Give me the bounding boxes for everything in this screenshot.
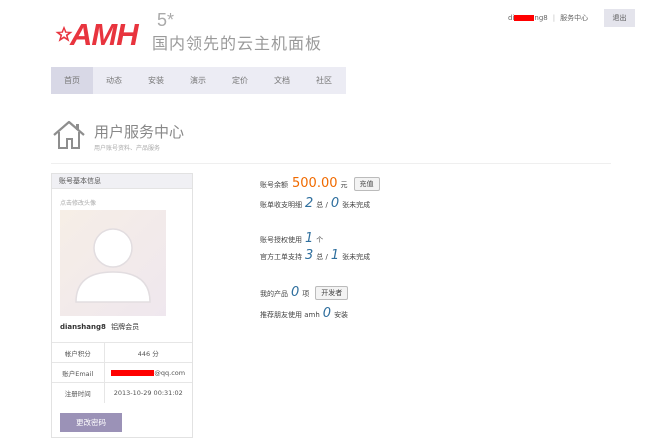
row-key: 账户Email — [52, 362, 105, 383]
logo-text: AMH — [70, 17, 139, 52]
username-link[interactable]: di ng8 — [508, 14, 548, 22]
avatar[interactable] — [60, 210, 166, 316]
user-info: dianshang8 铝牌会员 — [60, 322, 139, 332]
user-silhouette-icon — [75, 228, 151, 303]
change-password-button[interactable]: 更改密码 — [60, 413, 122, 432]
products-unit: 项 — [302, 290, 310, 298]
redacted-username — [514, 15, 535, 21]
nav-item-demo[interactable]: 演示 — [177, 67, 219, 94]
username-suffix: ng8 — [534, 14, 548, 22]
ticket-label: 官方工单支持 — [260, 253, 302, 261]
balance-unit: 元 — [340, 181, 348, 189]
nav-item-install[interactable]: 安装 — [135, 67, 177, 94]
nav-item-community[interactable]: 社区 — [303, 67, 345, 94]
balance-row: 账号余额 500.00 元 充值 — [260, 176, 380, 192]
table-row: 注册时间 2013-10-29 00:31:02 — [52, 382, 192, 403]
nav-item-news[interactable]: 动态 — [93, 67, 135, 94]
nav-item-pricing[interactable]: 定价 — [219, 67, 261, 94]
bill-pending-unit: 张未完成 — [342, 201, 371, 209]
bill-total: 2 — [305, 196, 314, 211]
logout-button[interactable]: 退出 — [604, 9, 635, 27]
service-center-link[interactable]: 服务中心 — [560, 13, 588, 23]
license-label: 账号授权使用 — [260, 236, 302, 244]
row-value: 2013-10-29 00:31:02 — [104, 382, 192, 403]
nav-item-home[interactable]: 首页 — [51, 67, 93, 94]
ticket-row[interactable]: 官方工单支持 3 总 / 1 张未完成 — [260, 248, 370, 263]
recharge-button[interactable]: 充值 — [353, 177, 380, 191]
balance-label: 账号余额 — [260, 181, 288, 189]
user-bar: di ng8 | 服务中心 — [508, 9, 588, 27]
table-row: 账户Email @qq.com — [52, 362, 192, 383]
version-mark: 5* — [157, 10, 175, 30]
row-value: @qq.com — [154, 368, 186, 377]
referral-label: 推荐朋友使用 amh — [260, 311, 320, 319]
row-key: 注册时间 — [52, 382, 105, 403]
ticket-total-unit: 总 / — [316, 253, 328, 261]
page-title: 用户服务中心 — [94, 123, 185, 141]
divider — [51, 163, 611, 164]
separator: | — [552, 14, 556, 22]
ticket-pending-unit: 张未完成 — [342, 253, 371, 261]
products-row[interactable]: 我的产品 0 项 开发者 — [260, 285, 349, 301]
developer-button[interactable]: 开发者 — [315, 286, 349, 300]
referral-row[interactable]: 推荐朋友使用 amh 0 安装 — [260, 306, 348, 321]
referral-count: 0 — [322, 306, 332, 321]
ticket-pending: 1 — [330, 248, 340, 263]
referral-unit: 安装 — [334, 311, 349, 319]
ticket-total: 3 — [305, 248, 314, 263]
products-count: 0 — [291, 285, 300, 300]
tagline: 国内领先的云主机面板 — [152, 34, 323, 53]
bill-label: 账单收支明细 — [260, 201, 302, 209]
panel-heading: 账号基本信息 — [52, 174, 192, 189]
redacted-email — [111, 369, 155, 376]
house-icon — [53, 120, 85, 149]
license-unit: 个 — [316, 236, 324, 244]
main-nav: 首页 动态 安装 演示 定价 文档 社区 — [51, 67, 346, 94]
bill-total-unit: 总 / — [316, 201, 328, 209]
table-row: 帐户积分 446 分 — [52, 342, 192, 363]
products-label: 我的产品 — [260, 290, 288, 298]
account-info-panel: 账号基本信息 点击修改头像 dianshang8 铝牌会员 帐户积分 446 分… — [51, 173, 193, 438]
bill-row[interactable]: 账单收支明细 2 总 / 0 张未完成 — [260, 196, 370, 211]
balance-value: 500.00 — [292, 176, 338, 191]
row-key: 帐户积分 — [52, 342, 105, 363]
avatar-hint[interactable]: 点击修改头像 — [60, 198, 96, 207]
account-table: 帐户积分 446 分 账户Email @qq.com 注册时间 2013-10-… — [52, 342, 192, 403]
bill-pending: 0 — [330, 196, 340, 211]
license-row[interactable]: 账号授权使用 1 个 — [260, 231, 323, 246]
row-value: 446 分 — [104, 342, 192, 363]
nav-item-docs[interactable]: 文档 — [261, 67, 303, 94]
member-level: 铝牌会员 — [111, 323, 140, 331]
email-cell: @qq.com — [104, 362, 192, 383]
page-subtitle: 用户账号资料、产品服务 — [94, 145, 161, 152]
license-count: 1 — [305, 231, 314, 246]
username: dianshang8 — [60, 323, 106, 331]
